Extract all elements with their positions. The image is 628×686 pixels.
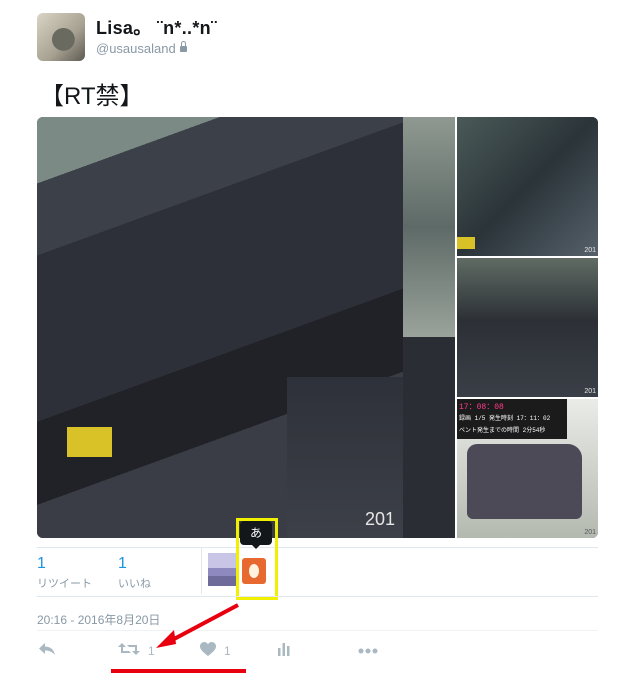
handle-text: @usausaland [96, 41, 176, 56]
media-photo-right-1[interactable]: 201 [457, 117, 598, 256]
license-plate [457, 237, 475, 249]
more-icon [358, 648, 378, 654]
dashcam-hud: 17：08：08 録画 1/5 発生時刻 17：11：02 ベント発生までの時間… [457, 399, 567, 439]
analytics-button[interactable] [278, 642, 292, 660]
media-photo-right-3[interactable]: 17：08：08 録画 1/5 発生時刻 17：11：02 ベント発生までの時間… [457, 399, 598, 538]
analytics-icon [278, 643, 290, 656]
divider [37, 630, 598, 631]
divider [37, 547, 598, 548]
avatar[interactable] [37, 13, 85, 61]
retweet-icon [118, 643, 140, 655]
stats-separator [201, 548, 202, 594]
hud-time: 17：08：08 [459, 403, 504, 412]
like-count: 1 [224, 644, 231, 658]
watermark-small: 201 [584, 529, 596, 536]
hud-record: 録画 1/5 発生時刻 17：11：02 [459, 415, 551, 422]
media-photo-strip[interactable] [403, 117, 455, 337]
reply-icon [39, 643, 55, 655]
like-stat[interactable]: 1 いいね [118, 555, 151, 591]
hud-event: ベント発生までの時間 2分54秒 [459, 427, 546, 434]
like-button[interactable]: 1 [200, 642, 245, 660]
media-grid[interactable]: 201 201 201 17：08：08 録画 1/5 発生時刻 17：11：0… [37, 117, 598, 538]
license-plate [67, 427, 112, 457]
divider [37, 596, 598, 597]
annotation-arrowhead [156, 630, 176, 648]
like-stat-count: 1 [118, 555, 127, 572]
user-handle[interactable]: @usausaland [96, 41, 187, 56]
media-photo-right-2[interactable]: 201 [457, 258, 598, 397]
car [467, 444, 582, 519]
highlight-box [236, 518, 278, 600]
liker-avatar[interactable] [208, 553, 236, 586]
retweet-stat-count: 1 [37, 555, 46, 572]
retweet-stat-label: リツイート [37, 578, 92, 590]
retweet-stat[interactable]: 1 リツイート [37, 555, 92, 591]
timestamp[interactable]: 20:16 - 2016年8月20日 [37, 611, 160, 628]
watermark-small: 201 [584, 388, 596, 395]
watermark-main: 201 [364, 509, 395, 529]
media-photo-strip-lower [403, 337, 455, 538]
lock-icon [179, 41, 187, 52]
tweet-text: 【RT禁】 [40, 83, 144, 110]
reply-button[interactable] [38, 642, 58, 660]
display-name[interactable]: Lisa。 ¨n*..*n¨ [96, 14, 217, 40]
watermark-small: 201 [584, 247, 596, 254]
annotation-underline [111, 669, 246, 673]
more-button[interactable] [358, 642, 380, 660]
heart-icon [200, 642, 216, 656]
media-photo-main[interactable]: 201 [37, 117, 403, 538]
like-stat-label: いいね [118, 578, 151, 590]
